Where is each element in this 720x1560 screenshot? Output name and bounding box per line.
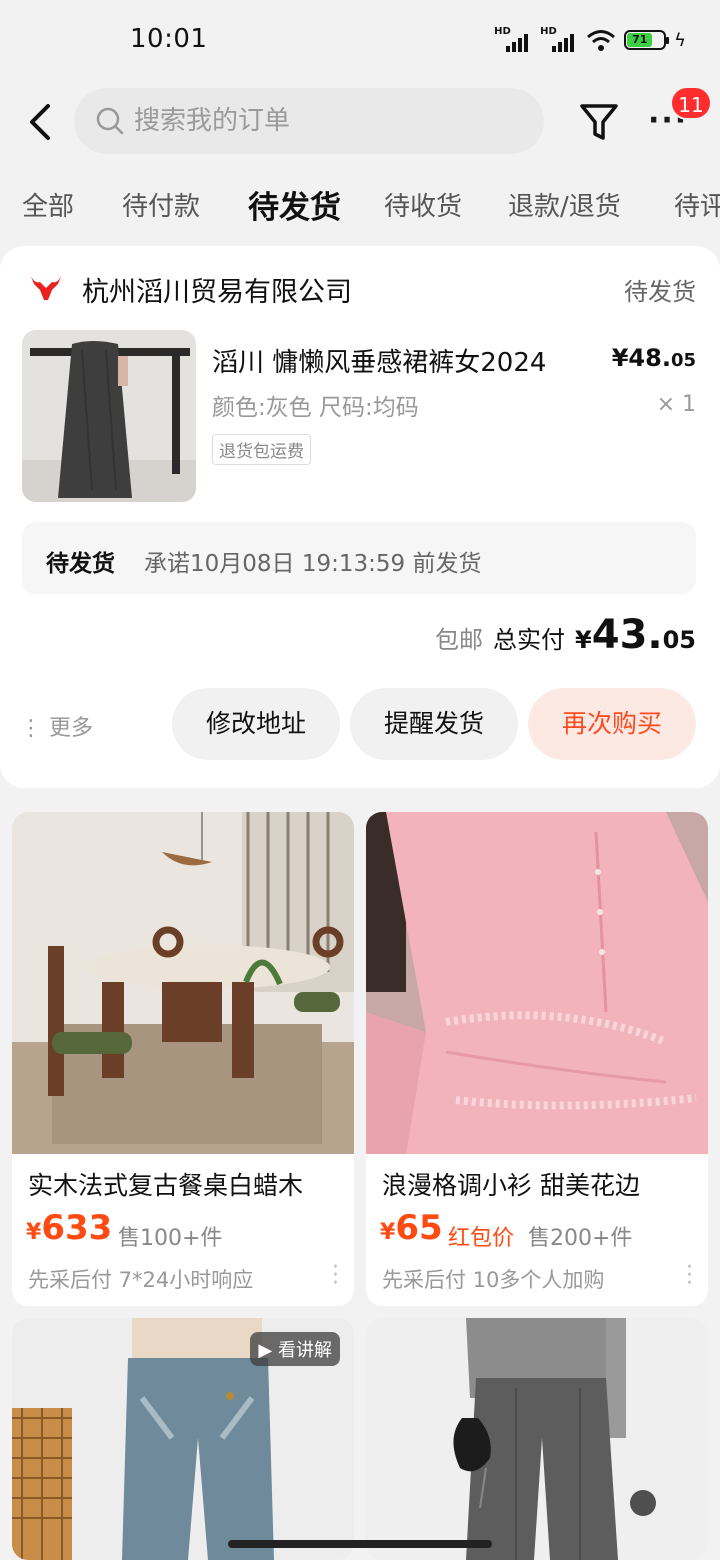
product-image[interactable]	[366, 1318, 708, 1560]
feed-menu-icon[interactable]: · · ·	[686, 1257, 694, 1295]
feed-title: 实木法式复古餐桌白蜡木	[28, 1171, 304, 1200]
feed-card[interactable]	[366, 1318, 708, 1560]
feed-footer: 先采后付 7*24小时响应	[28, 1268, 254, 1292]
floating-button[interactable]	[630, 1490, 656, 1516]
tab-all[interactable]: 全部	[22, 186, 74, 223]
feed-card[interactable]: 浪漫格调小衫 甜美花边 ¥65 红包价 售200+件 先采后付 10多个人加购 …	[366, 812, 708, 1306]
product-image[interactable]	[366, 812, 708, 1154]
feed-price: ¥65	[380, 1208, 443, 1248]
filter-icon[interactable]	[578, 100, 620, 144]
buy-again-button[interactable]: 再次购买	[528, 688, 696, 760]
shipping-label: 待发货	[46, 551, 115, 577]
cellular-signal-icon: HD	[494, 26, 532, 52]
home-indicator[interactable]	[228, 1540, 492, 1548]
status-time: 10:01	[130, 24, 208, 54]
order-status: 待发货	[624, 278, 696, 306]
battery-icon: 71	[624, 30, 670, 50]
total-row: 包邮 总实付 ¥43.05	[435, 612, 696, 662]
order-tabs: 全部 待付款 待发货 待收货 退款/退货 待评	[0, 178, 720, 230]
search-icon	[96, 107, 124, 135]
more-actions-link[interactable]: ⋮ 更多	[20, 710, 93, 742]
shop-name[interactable]: 杭州滔川贸易有限公司	[82, 270, 352, 309]
charging-icon: ϟ	[674, 29, 686, 51]
status-icons: HD HD 71 ϟ	[494, 26, 686, 52]
tab-refund[interactable]: 退款/退货	[508, 186, 621, 223]
feed-title: 浪漫格调小衫 甜美花边	[382, 1171, 640, 1200]
total-label: 总实付	[493, 626, 566, 654]
product-image[interactable]	[12, 812, 354, 1154]
search-bar[interactable]	[74, 88, 544, 154]
return-shipping-tag: 退货包运费	[212, 434, 311, 465]
product-spec: 颜色:灰色 尺码:均码	[212, 395, 419, 421]
shipping-promise: 承诺10月08日 19:13:59 前发货	[144, 551, 482, 577]
modify-address-button[interactable]: 修改地址	[172, 688, 340, 760]
feed-card[interactable]: ▶ 看讲解	[12, 1318, 354, 1560]
feed-price: ¥633	[26, 1208, 113, 1248]
remind-shipment-button[interactable]: 提醒发货	[350, 688, 518, 760]
total-amount: ¥43.05	[575, 612, 696, 658]
feed-red-packet-label: 红包价	[448, 1226, 515, 1251]
product-title[interactable]: 滔川 慵懒风垂感裙裤女2024	[212, 342, 546, 379]
feed-sold-count: 售100+件	[118, 1226, 223, 1251]
feed-sold-count: 售200+件	[528, 1226, 633, 1251]
wifi-icon	[587, 30, 616, 51]
search-input[interactable]	[134, 88, 524, 154]
product-image[interactable]: ▶ 看讲解	[12, 1318, 354, 1560]
free-shipping-label: 包邮	[435, 626, 484, 654]
tab-pending-shipment[interactable]: 待发货	[248, 182, 341, 227]
back-icon[interactable]	[22, 100, 62, 144]
shop-logo-icon	[30, 274, 62, 300]
top-bar: ···	[0, 88, 720, 156]
shipping-info: 待发货 承诺10月08日 19:13:59 前发货	[22, 522, 696, 594]
cellular-signal-icon-2: HD	[540, 26, 578, 52]
product-quantity: × 1	[656, 392, 696, 417]
feed-menu-icon[interactable]: · · ·	[332, 1257, 340, 1295]
status-bar: 10:01 HD HD 71 ϟ	[0, 0, 720, 84]
order-card[interactable]: 杭州滔川贸易有限公司 待发货 滔川 慵懒风垂感裙裤女2024 ¥48.05 颜色…	[0, 246, 720, 788]
feed-footer: 先采后付 10多个人加购	[382, 1268, 605, 1292]
tab-pending-receipt[interactable]: 待收货	[384, 186, 462, 223]
product-thumbnail[interactable]	[22, 330, 196, 502]
product-price: ¥48.05	[611, 344, 696, 372]
tab-pending-review[interactable]: 待评	[674, 186, 720, 223]
feed-card[interactable]: 实木法式复古餐桌白蜡木 ¥633 售100+件 先采后付 7*24小时响应 · ·…	[12, 812, 354, 1306]
watch-explainer-tag[interactable]: ▶ 看讲解	[250, 1332, 340, 1366]
notification-badge: 11	[670, 86, 712, 120]
tab-pending-payment[interactable]: 待付款	[122, 186, 200, 223]
